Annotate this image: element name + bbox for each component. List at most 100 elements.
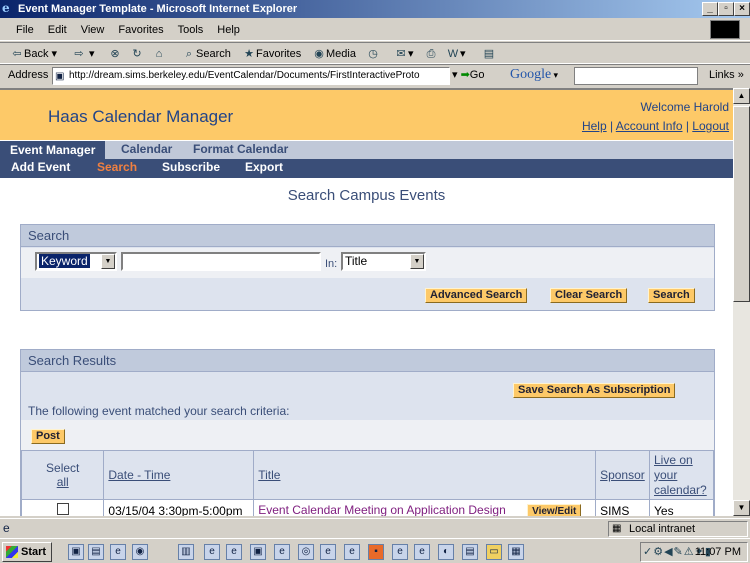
taskbar-window-icon[interactable]: e [414, 544, 430, 560]
sort-live-link[interactable]: Live on your calendar? [654, 453, 710, 498]
taskbar-window-icon[interactable]: ▪ [368, 544, 384, 560]
menu-file[interactable]: File [0, 19, 41, 41]
search-icon: ⌕ [185, 48, 193, 60]
quicklaunch-icon[interactable]: ◉ [132, 544, 148, 560]
taskbar-window-icon[interactable]: ▦ [508, 544, 524, 560]
taskbar-window-icon[interactable]: e [226, 544, 242, 560]
media-button[interactable]: ◉ Media [312, 45, 356, 63]
google-search-input[interactable] [574, 67, 698, 85]
start-button[interactable]: Start [2, 542, 52, 562]
select-all-link[interactable]: all [57, 475, 69, 489]
help-link[interactable]: Help [582, 119, 607, 133]
in-label: In: [325, 258, 338, 270]
menu-edit[interactable]: Edit [41, 19, 74, 41]
chevron-down-icon: ▼ [410, 254, 424, 269]
tab-format-calendar[interactable]: Format Calendar [193, 142, 288, 156]
clear-search-button[interactable]: Clear Search [550, 288, 628, 303]
post-button[interactable]: Post [31, 429, 65, 444]
sort-title-link[interactable]: Title [258, 468, 280, 482]
taskbar-window-icon[interactable]: e [344, 544, 360, 560]
menu-tools[interactable]: Tools [171, 19, 211, 41]
scroll-up-icon[interactable]: ▲ [733, 88, 750, 104]
taskbar-window-icon[interactable]: ▥ [178, 544, 194, 560]
logout-link[interactable]: Logout [692, 119, 729, 133]
taskbar-window-icon[interactable]: ◎ [298, 544, 314, 560]
search-in-select[interactable]: Title ▼ [341, 252, 426, 271]
scroll-down-icon[interactable]: ▼ [733, 500, 750, 516]
menu-view[interactable]: View [74, 19, 112, 41]
search-submit-button[interactable]: Search [648, 288, 695, 303]
taskbar-window-icon[interactable]: e [392, 544, 408, 560]
nav-subscribe[interactable]: Subscribe [162, 160, 220, 174]
mail-button[interactable]: ✉ ▾ [394, 45, 413, 63]
taskbar-window-icon[interactable]: e [204, 544, 220, 560]
go-arrow-icon: ➡ [460, 69, 470, 81]
discuss-button[interactable]: ▤ [482, 45, 496, 63]
toolbar: ⇦ Back ▾ ⇨ ▾ ⊗ ↻ ⌂ ⌕ Search ★ Favorites ◉ Me… [0, 42, 750, 64]
results-message: The following event matched your search … [28, 404, 290, 418]
advanced-search-button[interactable]: Advanced Search [425, 288, 528, 303]
page-viewport[interactable]: Haas Calendar Manager Welcome Harold Hel… [0, 88, 733, 516]
back-button[interactable]: ⇦ Back ▾ [10, 45, 57, 63]
secondary-nav: Add Event Search Subscribe Export [0, 159, 733, 178]
folder-taskbar-icon[interactable]: ▭ [486, 544, 502, 560]
minimize-button[interactable]: _ [702, 2, 718, 16]
taskbar-window-icon[interactable]: ◐ [438, 544, 454, 560]
address-bar: Address ▣ http://dream.sims.berkeley.edu… [0, 64, 750, 86]
intranet-icon: ▦ [612, 523, 622, 534]
discuss-icon: ▤ [483, 48, 495, 60]
go-button[interactable]: ▾ ➡Go [452, 68, 484, 81]
nav-export[interactable]: Export [245, 160, 283, 174]
window-title-bar[interactable]: e Event Manager Template - Microsoft Int… [0, 0, 750, 18]
windows-logo-icon [710, 20, 740, 39]
refresh-button[interactable]: ↻ [130, 45, 144, 63]
windows-flag-icon [6, 546, 18, 558]
history-button[interactable]: ◷ [366, 45, 380, 63]
taskbar-window-icon[interactable]: ▤ [462, 544, 478, 560]
google-toolbar-button[interactable]: Google ▾ [510, 67, 558, 83]
search-field-select[interactable]: Keyword ▼ [35, 252, 117, 271]
forward-button[interactable]: ⇨ ▾ [72, 45, 94, 63]
close-button[interactable]: × [734, 2, 750, 16]
tab-calendar[interactable]: Calendar [121, 142, 172, 156]
row-select-cell [20, 499, 105, 516]
taskbar: Start ▣ ▤ e ◉ ▥ e e ▣ e ◎ e e ▪ e e ◐ ▤ … [0, 538, 750, 563]
print-button[interactable]: ⎙ [424, 45, 438, 63]
stop-button[interactable]: ⊗ [108, 45, 122, 63]
view-edit-button[interactable]: View/Edit [527, 503, 582, 516]
taskbar-window-icon[interactable]: ▣ [250, 544, 266, 560]
tab-event-manager[interactable]: Event Manager [0, 141, 106, 159]
row-title-link[interactable]: Event Calendar Meeting on Application De… [258, 503, 506, 517]
menu-favorites[interactable]: Favorites [111, 19, 170, 41]
page-icon: ▣ [55, 71, 65, 82]
quicklaunch-icon[interactable]: ▣ [68, 544, 84, 560]
menu-bar: File Edit View Favorites Tools Help [0, 19, 750, 41]
links-button[interactable]: Links » [709, 69, 744, 81]
post-row: Post [21, 420, 714, 450]
quicklaunch-icon[interactable]: ▤ [88, 544, 104, 560]
taskbar-window-icon[interactable]: e [274, 544, 290, 560]
favorites-button[interactable]: ★ Favorites [242, 45, 301, 63]
nav-search[interactable]: Search [97, 160, 137, 174]
history-icon: ◷ [368, 48, 378, 60]
scroll-thumb[interactable] [733, 106, 750, 302]
sort-date-time-link[interactable]: Date - Time [108, 468, 170, 482]
refresh-icon: ↻ [132, 48, 142, 60]
search-panel: Search Keyword ▼ In: Title ▼ Advanced Se… [20, 224, 715, 311]
search-button[interactable]: ⌕ Search [182, 45, 231, 63]
edit-button[interactable]: W ▾ [446, 45, 466, 63]
taskbar-window-icon[interactable]: e [320, 544, 336, 560]
account-info-link[interactable]: Account Info [616, 119, 683, 133]
menu-help[interactable]: Help [210, 19, 247, 41]
ie-taskbar-icon[interactable]: e [110, 544, 126, 560]
row-checkbox[interactable] [56, 503, 69, 515]
address-label: Address [8, 69, 49, 81]
address-field[interactable]: ▣ http://dream.sims.berkeley.edu/EventCa… [52, 67, 450, 85]
sort-sponsor-link[interactable]: Sponsor [600, 468, 645, 482]
home-button[interactable]: ⌂ [152, 45, 166, 63]
maximize-button[interactable]: ▫ [718, 2, 734, 16]
save-subscription-button[interactable]: Save Search As Subscription [513, 383, 676, 398]
search-query-input[interactable] [121, 252, 321, 271]
vertical-scrollbar[interactable]: ▲ ▼ [733, 88, 750, 516]
nav-add-event[interactable]: Add Event [11, 160, 70, 174]
